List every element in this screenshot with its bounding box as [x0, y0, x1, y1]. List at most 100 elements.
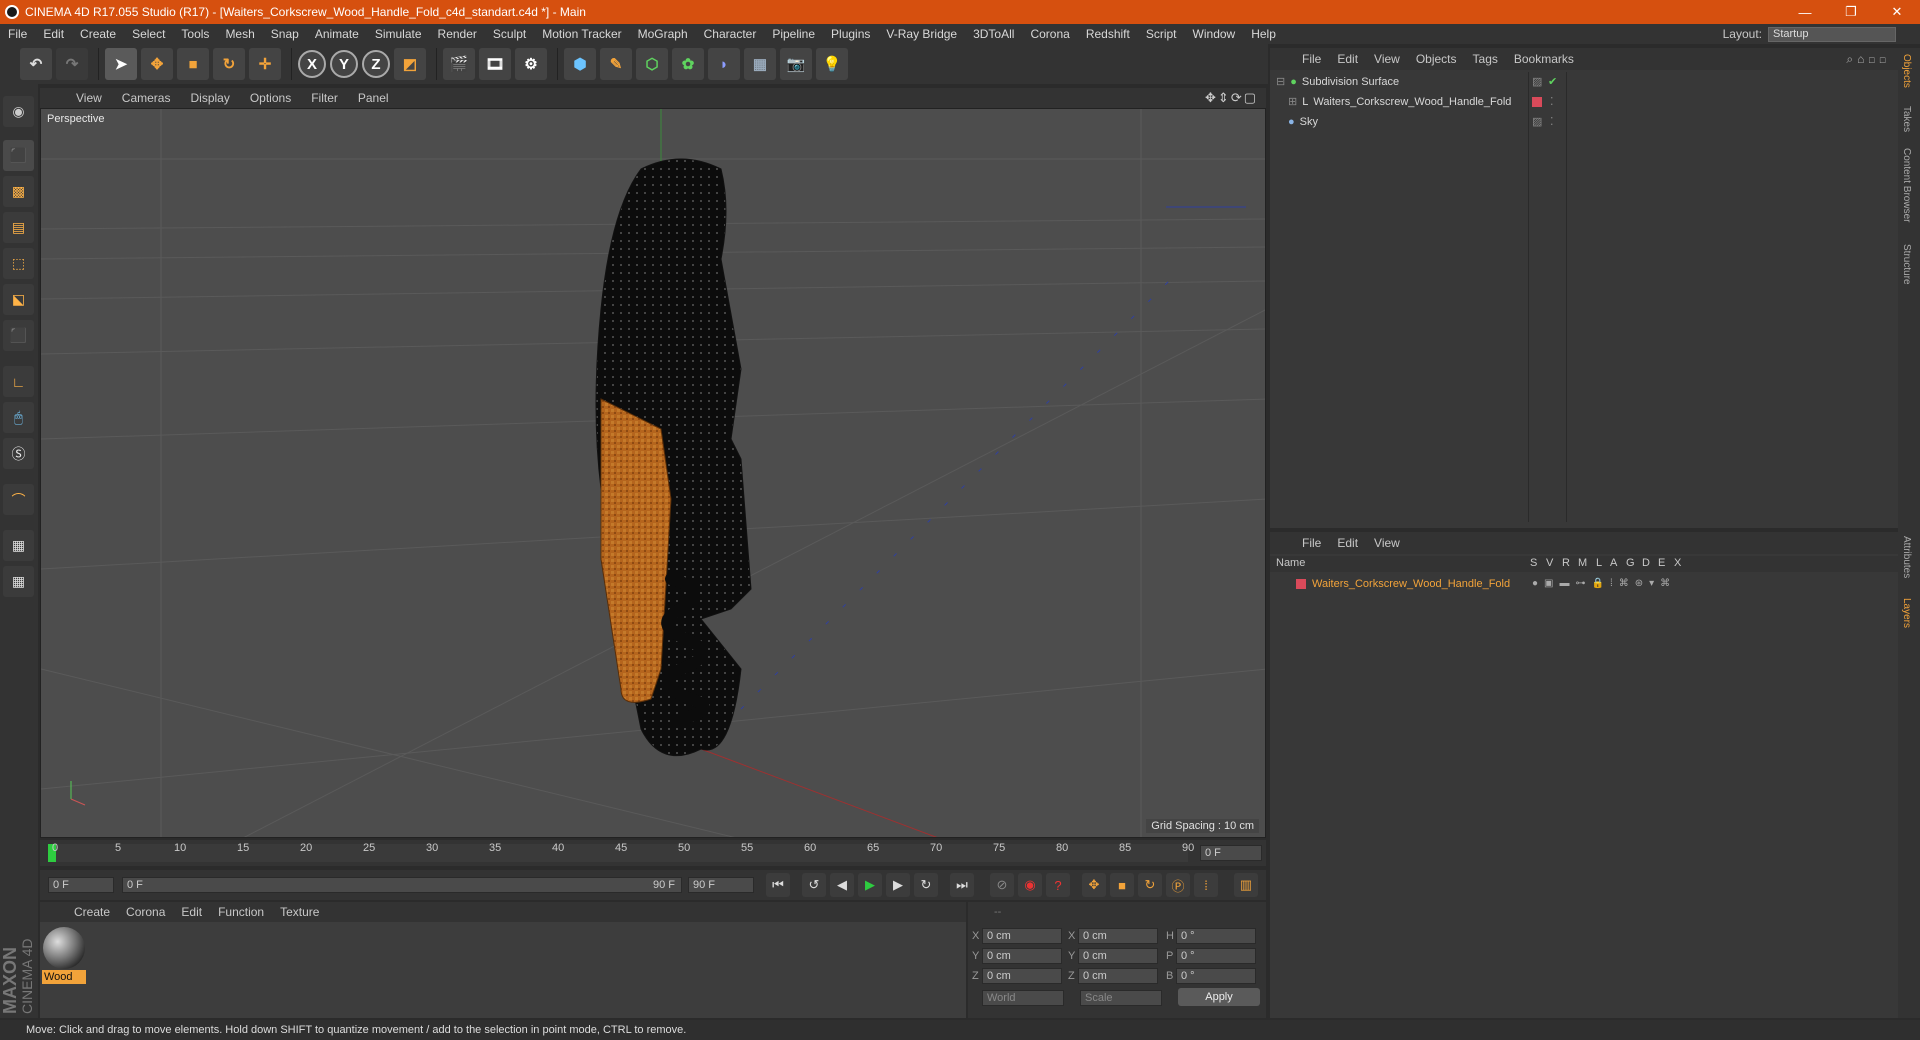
points-mode-icon[interactable]: ⬚ [3, 248, 34, 279]
menu-snap[interactable]: Snap [263, 27, 307, 41]
coordinate-system-icon[interactable]: ◩ [394, 48, 426, 80]
edges-mode-icon[interactable]: ⬕ [3, 284, 34, 315]
column-animation[interactable]: A [1610, 557, 1617, 569]
object-name[interactable]: Subdivision Surface [1302, 76, 1399, 88]
viewport-menu-cameras[interactable]: Cameras [112, 91, 181, 105]
editor-visibility-icon[interactable]: ▨ [1532, 75, 1542, 88]
enable-axis-icon[interactable]: ∟ [3, 366, 34, 397]
material-menu-edit[interactable]: Edit [173, 905, 210, 919]
object-manager-search-icon[interactable]: ⌕⌂◻◻ [1846, 52, 1898, 67]
magnet-icon[interactable]: ⌒ [3, 484, 34, 515]
object-name[interactable]: Waiters_Corkscrew_Wood_Handle_Fold [1313, 96, 1511, 108]
material-wood[interactable]: Wood [42, 926, 86, 984]
render-picture-viewer-icon[interactable]: 🎞 [479, 48, 511, 80]
rotation-h-field[interactable]: 0 ° [1176, 928, 1256, 944]
object-menu-file[interactable]: File [1294, 52, 1329, 66]
layer-row[interactable]: Waiters_Corkscrew_Wood_Handle_Fold ●▣▬⊶🔒… [1270, 574, 1898, 593]
render-view-icon[interactable]: 🎬 [443, 48, 475, 80]
undo-icon[interactable]: ↶ [20, 48, 52, 80]
menu-corona[interactable]: Corona [1022, 27, 1077, 41]
menu-file[interactable]: File [0, 27, 35, 41]
render-settings-icon[interactable]: ⚙ [515, 48, 547, 80]
planar-workplane-icon[interactable]: ▦ [3, 566, 34, 597]
layer-menu-file[interactable]: File [1294, 536, 1329, 550]
floor-icon[interactable]: ▦ [744, 48, 776, 80]
viewport-nav-icons[interactable]: ✥⇕⟳▢ [1205, 90, 1266, 106]
coordinate-mode-dropdown[interactable]: Scale [1080, 990, 1162, 1006]
editor-visibility-icon[interactable]: ▨ [1532, 115, 1542, 128]
object-menu-edit[interactable]: Edit [1329, 52, 1366, 66]
menu-render[interactable]: Render [430, 27, 485, 41]
menu-edit[interactable]: Edit [35, 27, 72, 41]
deformer-icon[interactable]: ◗ [708, 48, 740, 80]
menu-sculpt[interactable]: Sculpt [485, 27, 534, 41]
move-tool-icon[interactable]: ✥ [141, 48, 173, 80]
camera-icon[interactable]: 📷 [780, 48, 812, 80]
menu-script[interactable]: Script [1138, 27, 1185, 41]
make-editable-icon[interactable]: ◉ [3, 96, 34, 127]
enabled-check-icon[interactable]: ✔ [1548, 75, 1557, 88]
menu-help[interactable]: Help [1243, 27, 1284, 41]
tree-expand-icon[interactable]: ⊞ [1288, 95, 1297, 108]
key-pla-icon[interactable]: ⁞ [1194, 873, 1218, 897]
end-frame-field[interactable]: 90 F [688, 877, 754, 893]
material-menu-function[interactable]: Function [210, 905, 272, 919]
timeline-window-icon[interactable]: ▥ [1234, 873, 1258, 897]
pen-spline-icon[interactable]: ✎ [600, 48, 632, 80]
menu-window[interactable]: Window [1185, 27, 1244, 41]
key-scale-icon[interactable]: ■ [1110, 873, 1134, 897]
layer-menu-edit[interactable]: Edit [1329, 536, 1366, 550]
cube-primitive-icon[interactable]: ⬢ [564, 48, 596, 80]
array-icon[interactable]: ✿ [672, 48, 704, 80]
next-key-icon[interactable]: ↻ [914, 873, 938, 897]
texture-mode-icon[interactable]: ▩ [3, 176, 34, 207]
viewport-menu-panel[interactable]: Panel [348, 91, 399, 105]
go-to-end-icon[interactable]: ⏭ [950, 873, 974, 897]
tab-layers[interactable]: Layers [1901, 598, 1912, 628]
previous-key-icon[interactable]: ↺ [802, 873, 826, 897]
rotation-p-field[interactable]: 0 ° [1176, 948, 1256, 964]
tree-expand-icon[interactable]: ⊟ [1276, 75, 1285, 88]
viewport-perspective[interactable]: Perspective Grid Spacing : 10 cm [40, 108, 1266, 838]
autokey-icon[interactable]: ◉ [1018, 873, 1042, 897]
select-arrow-icon[interactable]: ➤ [105, 48, 137, 80]
column-manager[interactable]: M [1578, 557, 1587, 569]
material-menu-corona[interactable]: Corona [118, 905, 173, 919]
position-y-field[interactable]: 0 cm [982, 948, 1062, 964]
object-row-sky[interactable]: ● Sky ▨ ⁚ [1270, 112, 1898, 131]
layer-menu-view[interactable]: View [1366, 536, 1408, 550]
menu-pipeline[interactable]: Pipeline [764, 27, 823, 41]
tab-attributes[interactable]: Attributes [1901, 536, 1912, 578]
layer-color-swatch[interactable] [1532, 96, 1542, 107]
menu-animate[interactable]: Animate [307, 27, 367, 41]
frame-range-slider[interactable]: 0 F 90 F [122, 877, 682, 893]
coordinate-space-dropdown[interactable]: World [982, 990, 1064, 1006]
tab-structure[interactable]: Structure [1901, 244, 1912, 285]
position-z-field[interactable]: 0 cm [982, 968, 1062, 984]
position-x-field[interactable]: 0 cm [982, 928, 1062, 944]
column-view[interactable]: V [1546, 557, 1553, 569]
key-rotation-icon[interactable]: ↻ [1138, 873, 1162, 897]
scale-tool-icon[interactable]: ■ [177, 48, 209, 80]
visibility-dots-icon[interactable]: ⁚ [1550, 115, 1554, 128]
tab-content-browser[interactable]: Content Browser [1901, 148, 1912, 222]
column-xrefs[interactable]: X [1674, 557, 1681, 569]
polygons-mode-icon[interactable]: ⬛ [3, 320, 34, 351]
previous-frame-icon[interactable]: ◀ [830, 873, 854, 897]
redo-icon[interactable]: ↷ [56, 48, 88, 80]
timeline-ruler[interactable]: 0 5 10 15 20 25 30 35 40 45 50 55 60 65 … [40, 840, 1266, 866]
menu-simulate[interactable]: Simulate [367, 27, 430, 41]
viewport-menu-display[interactable]: Display [180, 91, 239, 105]
object-row-subdivision[interactable]: ⊟ ● Subdivision Surface ▨ ✔ [1270, 72, 1898, 91]
live-selection-icon[interactable]: ✛ [249, 48, 281, 80]
size-z-field[interactable]: 0 cm [1078, 968, 1158, 984]
menu-select[interactable]: Select [124, 27, 173, 41]
object-menu-objects[interactable]: Objects [1408, 52, 1465, 66]
column-generators[interactable]: G [1626, 557, 1635, 569]
column-expressions[interactable]: E [1658, 557, 1665, 569]
apply-button[interactable]: Apply [1178, 988, 1260, 1006]
viewport-menu-view[interactable]: View [66, 91, 112, 105]
x-axis-lock-button[interactable]: X [298, 50, 326, 78]
layout-dropdown[interactable]: Startup [1768, 26, 1896, 42]
menu-character[interactable]: Character [696, 27, 765, 41]
